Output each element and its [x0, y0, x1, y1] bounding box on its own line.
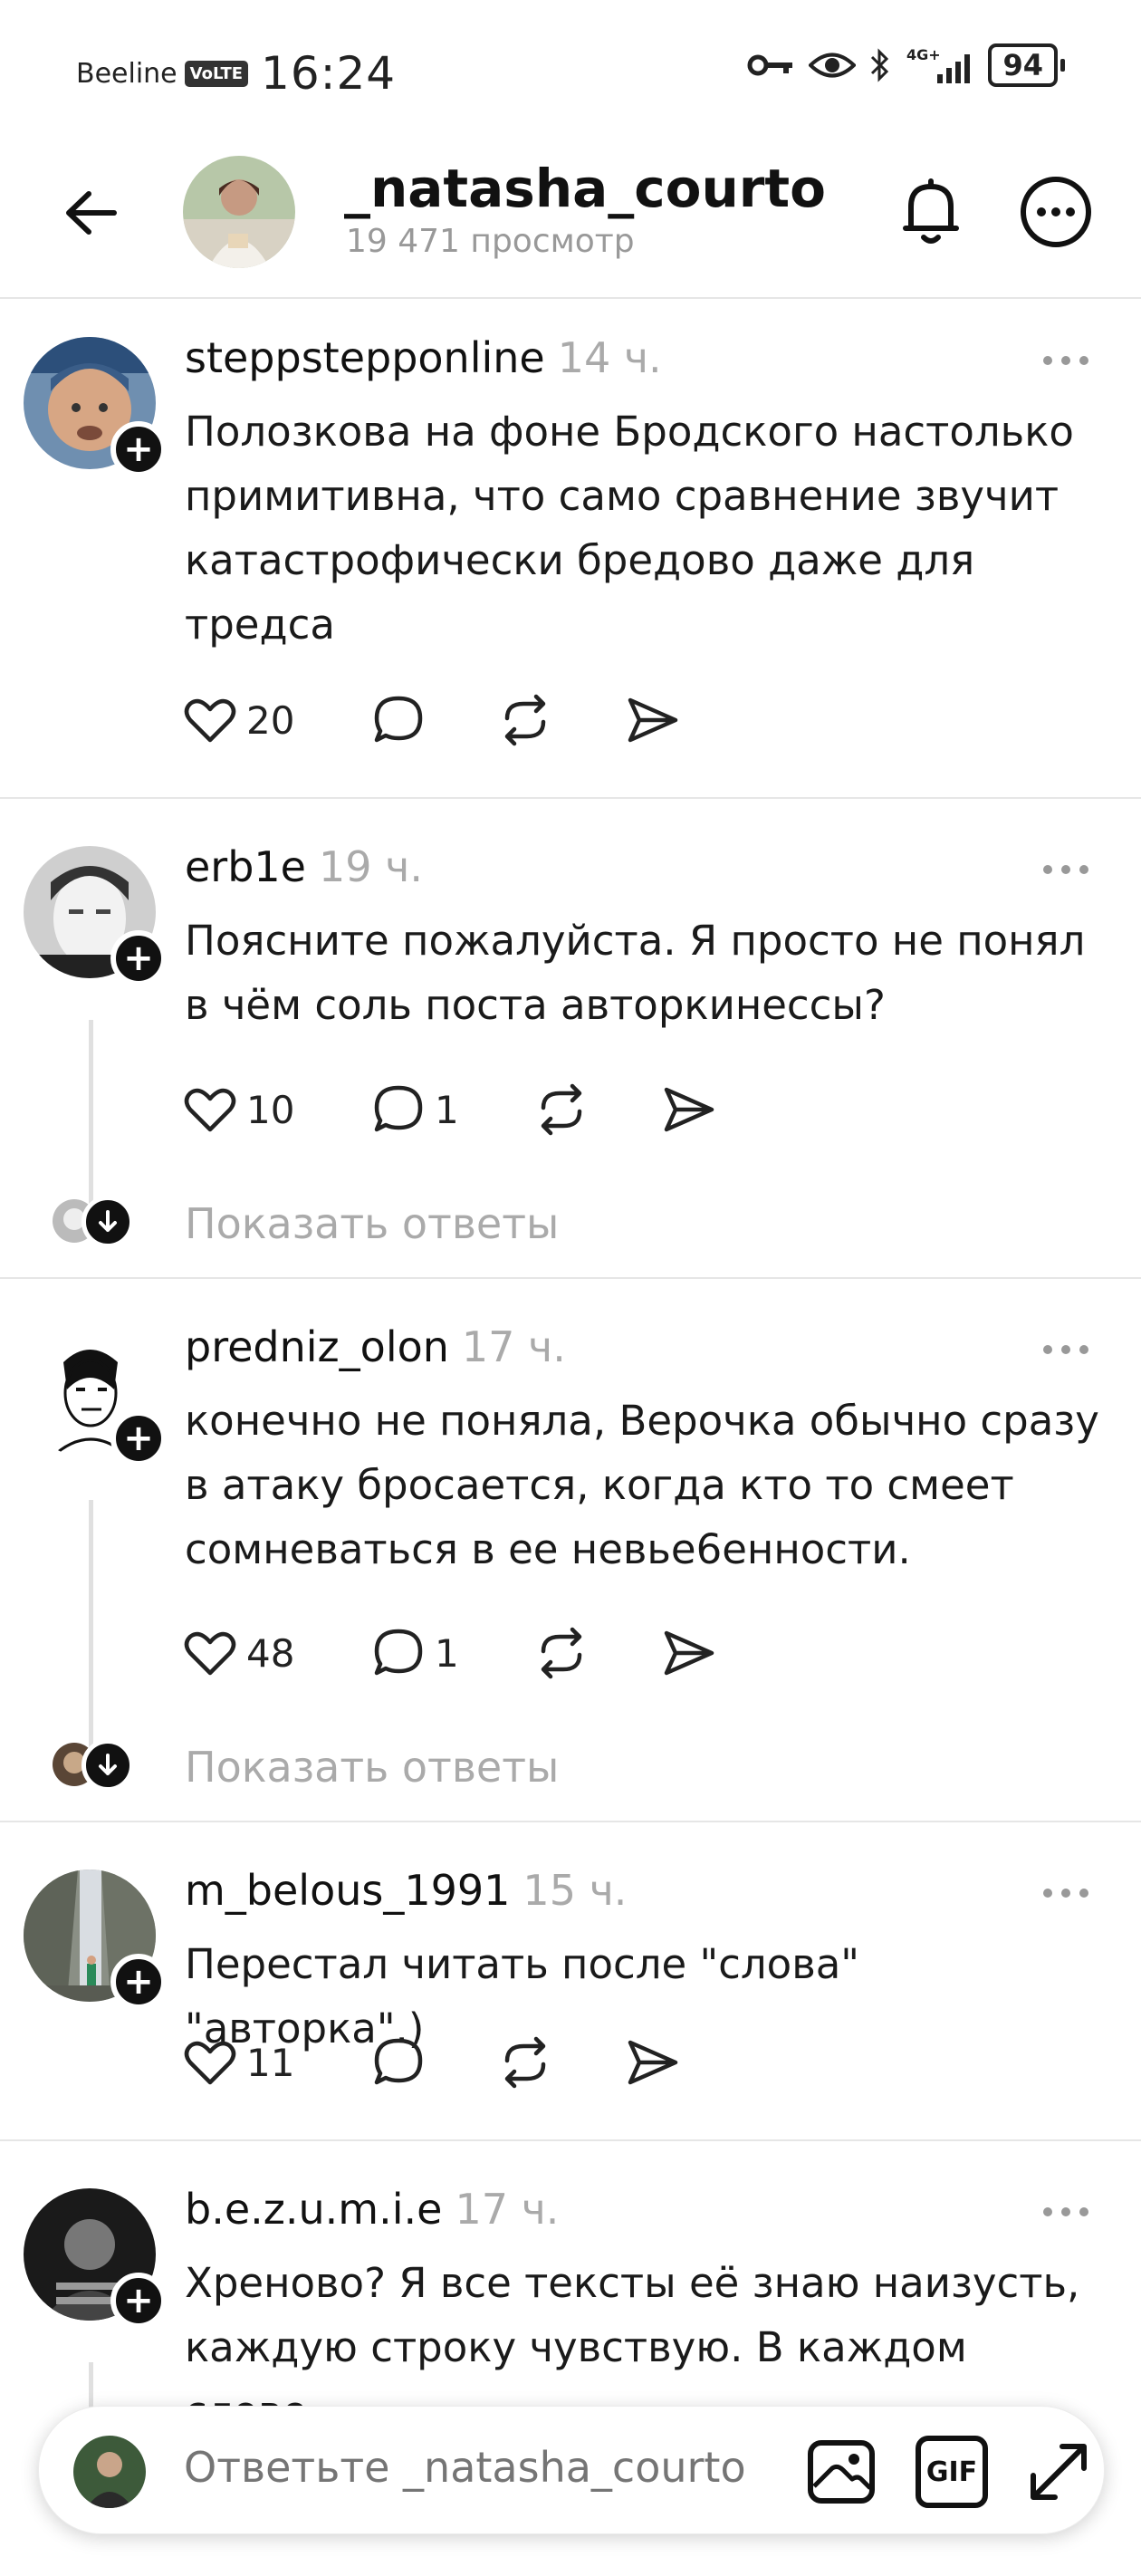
comment-more-icon[interactable]: [1041, 2203, 1090, 2221]
follow-plus-button[interactable]: +: [110, 2273, 167, 2329]
gif-button[interactable]: GIF: [916, 2436, 988, 2508]
comment-meta: b.e.z.u.m.i.e 17 ч.: [185, 2185, 559, 2234]
expand-icon[interactable]: [1022, 2436, 1095, 2508]
comment-username[interactable]: b.e.z.u.m.i.e: [185, 2185, 442, 2234]
gif-label: GIF: [925, 2456, 978, 2488]
comment-item: + b.e.z.u.m.i.e 17 ч. Хреново? Я все текс…: [0, 0, 1141, 2576]
reply-input[interactable]: [184, 2443, 763, 2492]
image-attach-icon[interactable]: [805, 2436, 877, 2508]
current-user-avatar: [73, 2436, 146, 2508]
reply-composer[interactable]: GIF: [38, 2406, 1105, 2534]
comment-time: 17 ч.: [455, 2185, 560, 2234]
